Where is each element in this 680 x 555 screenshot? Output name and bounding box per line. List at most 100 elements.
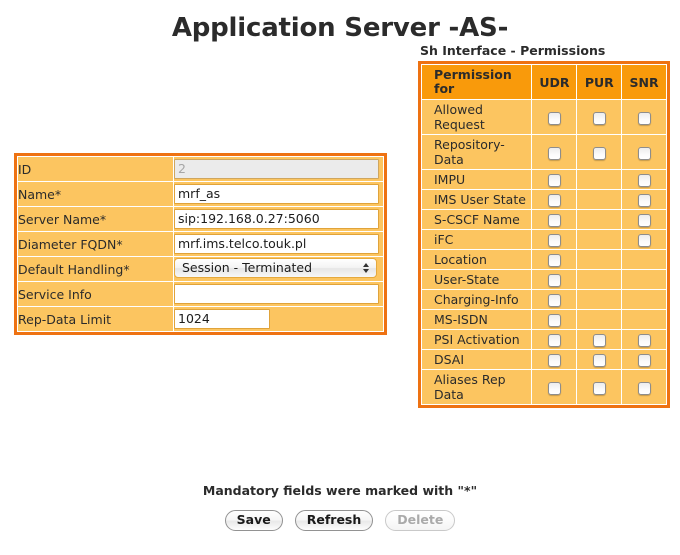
form-row: Rep-Data Limit [17,306,384,332]
checkbox-udr[interactable] [547,174,561,187]
permission-cell-pur [576,289,623,310]
form-row: Diameter FQDN* [17,231,384,257]
checkbox-pur[interactable] [592,334,606,347]
form-field-cell [173,281,384,307]
permission-name: User-State [420,269,533,290]
permission-cell-udr[interactable] [531,169,578,190]
checkbox-udr[interactable] [547,334,561,347]
form-table: IDName*Server Name*Diameter FQDN*Default… [17,156,384,332]
page-title: Application Server -AS- [171,13,509,43]
permission-cell-udr[interactable] [531,134,578,170]
checkbox-udr[interactable] [547,254,561,267]
checkbox-snr[interactable] [637,174,651,187]
permissions-row: IMPU [420,169,667,190]
permission-cell-pur [576,229,623,250]
permissions-row: User-State [420,269,667,290]
permission-cell-pur [576,189,623,210]
checkbox-udr[interactable] [547,146,561,160]
checkbox-pur[interactable] [592,381,606,395]
name-input[interactable] [174,184,379,204]
form-field-cell: Session - Terminated [173,256,384,282]
permission-name: iFC [420,229,533,250]
permissions-table-head: Permission for UDR PUR SNR [420,64,667,100]
permission-cell-pur[interactable] [576,134,623,170]
application-server-form: IDName*Server Name*Diameter FQDN*Default… [14,153,387,335]
server-name-input[interactable] [174,209,379,229]
permissions-row: iFC [420,229,667,250]
permissions-row: Aliases Rep Data [420,369,667,405]
permission-cell-pur[interactable] [576,99,623,135]
permission-cell-udr[interactable] [531,99,578,135]
save-button[interactable]: Save [224,510,283,531]
permission-name: Allowed Request [420,99,533,135]
form-label: Name* [17,181,174,207]
permission-cell-snr[interactable] [621,209,667,230]
form-row: Server Name* [17,206,384,232]
form-field-cell [173,231,384,257]
permission-cell-snr[interactable] [621,189,667,210]
form-label: Server Name* [17,206,174,232]
service-info-input[interactable] [174,284,379,304]
permissions-col-header: UDR [531,64,578,100]
rep-data-limit-input[interactable] [174,309,270,329]
permission-name: DSAI [420,349,533,370]
checkbox-udr[interactable] [547,234,561,247]
checkbox-udr[interactable] [547,214,561,227]
permission-cell-udr[interactable] [531,329,578,350]
permission-cell-pur[interactable] [576,369,623,405]
checkbox-snr[interactable] [637,354,651,367]
checkbox-snr[interactable] [637,334,651,347]
permission-name: Aliases Rep Data [420,369,533,405]
permission-cell-udr[interactable] [531,189,578,210]
permission-cell-snr[interactable] [621,329,667,350]
permissions-col-header: Permission for [420,64,533,100]
permission-cell-udr[interactable] [531,249,578,270]
permissions-row: Location [420,249,667,270]
permission-cell-snr[interactable] [621,369,667,405]
checkbox-snr[interactable] [637,381,651,395]
permission-cell-udr[interactable] [531,309,578,330]
checkbox-snr[interactable] [637,214,651,227]
checkbox-snr[interactable] [637,146,651,160]
checkbox-udr[interactable] [547,354,561,367]
checkbox-udr[interactable] [547,194,561,207]
permission-name: S-CSCF Name [420,209,533,230]
permission-cell-udr[interactable] [531,289,578,310]
permission-cell-udr[interactable] [531,209,578,230]
form-label: Rep-Data Limit [17,306,174,332]
default-handling-select[interactable]: Session - Terminated [174,257,377,278]
permissions-row: Repository-Data [420,134,667,170]
permissions-col-header: PUR [576,64,623,100]
checkbox-udr[interactable] [547,111,561,125]
form-field-cell [173,306,384,332]
permission-cell-snr[interactable] [621,169,667,190]
checkbox-udr[interactable] [547,381,561,395]
checkbox-udr[interactable] [547,294,561,307]
checkbox-udr[interactable] [547,274,561,287]
form-table-body: IDName*Server Name*Diameter FQDN*Default… [17,156,384,332]
permissions-box: Permission for UDR PUR SNR Allowed Request R… [418,61,670,408]
mandatory-fields-note: Mandatory fields were marked with "*" [202,483,478,498]
permission-cell-snr[interactable] [621,229,667,250]
permission-cell-snr[interactable] [621,349,667,370]
diameter-fqdn-input[interactable] [174,234,379,254]
permission-cell-udr[interactable] [531,369,578,405]
permission-cell-pur[interactable] [576,349,623,370]
permission-cell-snr[interactable] [621,134,667,170]
checkbox-pur[interactable] [592,146,606,160]
permission-cell-udr[interactable] [531,269,578,290]
checkbox-pur[interactable] [592,354,606,367]
checkbox-udr[interactable] [547,314,561,327]
form-field-cell [173,156,384,182]
permission-cell-snr[interactable] [621,99,667,135]
checkbox-snr[interactable] [637,194,651,207]
checkbox-pur[interactable] [592,111,606,125]
permission-cell-snr [621,269,667,290]
permission-cell-udr[interactable] [531,349,578,370]
permission-cell-pur[interactable] [576,329,623,350]
permission-cell-udr[interactable] [531,229,578,250]
refresh-button[interactable]: Refresh [294,510,374,531]
checkbox-snr[interactable] [637,111,651,125]
permissions-row: DSAI [420,349,667,370]
checkbox-snr[interactable] [637,234,651,247]
